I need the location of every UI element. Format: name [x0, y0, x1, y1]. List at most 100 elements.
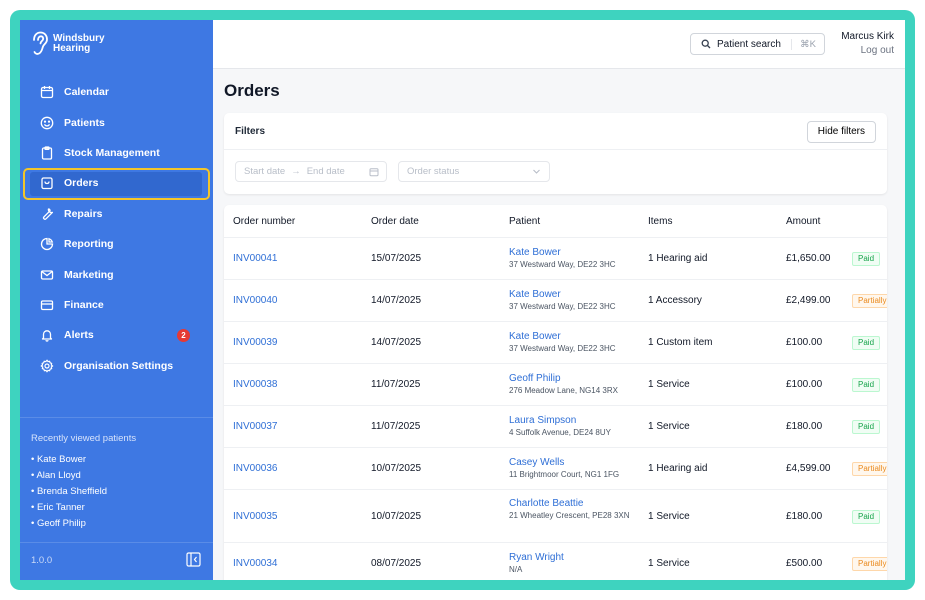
order-items: 1 Hearing aid — [648, 463, 708, 474]
order-items: 1 Service — [648, 421, 690, 432]
sidebar-item-marketing[interactable]: Marketing — [20, 259, 213, 289]
patient-address: 276 Meadow Lane, NG14 3RX — [509, 386, 618, 395]
table-row[interactable]: INV00035 10/07/2025 Charlotte Beattie 21 Wh… — [224, 490, 887, 543]
brand-logo[interactable]: Windsbury Hearing — [31, 31, 105, 57]
top-bar: Patient search ⌘K Marcus Kirk Log out — [213, 20, 905, 69]
column-header[interactable]: Order date — [371, 216, 419, 227]
active-item-background — [30, 172, 202, 197]
sidebar-item-calendar[interactable]: Calendar — [20, 77, 213, 107]
recent-patients-title: Recently viewed patients — [31, 433, 137, 444]
status-badge: Partially — [852, 294, 887, 308]
patient-name-link[interactable]: Laura Simpson — [509, 415, 634, 426]
table-row[interactable]: INV00036 10/07/2025 Casey Wells 11 Brightmo… — [224, 448, 887, 490]
filters-panel: Filters Hide filters Start date → End da… — [224, 113, 887, 194]
sidebar-item-stock-management[interactable]: Stock Management — [20, 138, 213, 168]
patient-name-link[interactable]: Ryan Wright — [509, 552, 634, 563]
order-number-link[interactable]: INV00035 — [233, 511, 277, 522]
order-number-link[interactable]: INV00037 — [233, 421, 277, 432]
order-items: 1 Service — [648, 379, 690, 390]
patient-address: N/A — [509, 565, 523, 574]
table-row[interactable]: INV00037 11/07/2025 Laura Simpson 4 Suffolk… — [224, 406, 887, 448]
order-number-link[interactable]: INV00034 — [233, 558, 277, 569]
patient-name-link[interactable]: Kate Bower — [509, 289, 634, 300]
patient-cell: Casey Wells 11 Brightmoor Court, NG1 1FG — [509, 457, 634, 480]
filters-title: Filters — [235, 126, 266, 137]
main-content: Patient search ⌘K Marcus Kirk Log out Or… — [213, 20, 905, 580]
sidebar-item-label: Finance — [64, 298, 104, 311]
recent-patient-link[interactable]: • Kate Bower — [31, 452, 107, 468]
order-amount: £4,599.00 — [786, 463, 831, 474]
column-header[interactable]: Items — [648, 216, 672, 227]
hide-filters-button[interactable]: Hide filters — [806, 121, 876, 143]
order-number-link[interactable]: INV00038 — [233, 379, 277, 390]
sidebar-item-finance[interactable]: Finance — [20, 290, 213, 320]
patient-name-link[interactable]: Kate Bower — [509, 247, 634, 258]
sidebar-item-repairs[interactable]: Repairs — [20, 199, 213, 229]
collapse-sidebar-icon[interactable] — [186, 552, 201, 567]
filters-header: Filters Hide filters — [224, 113, 887, 150]
order-date: 08/07/2025 — [371, 558, 422, 569]
order-amount: £180.00 — [786, 421, 823, 432]
order-date: 15/07/2025 — [371, 253, 422, 264]
calendar-icon — [40, 85, 54, 99]
patient-cell: Ryan Wright N/A — [509, 552, 634, 575]
patient-address: 4 Suffolk Avenue, DE24 8UY — [509, 428, 611, 437]
logout-link[interactable]: Log out — [841, 45, 894, 56]
table-row[interactable]: INV00039 14/07/2025 Kate Bower 37 Westward … — [224, 322, 887, 364]
column-header[interactable]: Amount — [786, 216, 820, 227]
sidebar-item-alerts[interactable]: Alerts 2 — [20, 320, 213, 350]
patient-name-link[interactable]: Casey Wells — [509, 457, 634, 468]
ear-logo-icon — [33, 31, 48, 55]
sidebar-item-organisation-settings[interactable]: Organisation Settings — [20, 351, 213, 381]
column-header[interactable]: Patient — [509, 216, 540, 227]
search-icon — [701, 39, 711, 49]
table-row[interactable]: INV00034 08/07/2025 Ryan Wright N/A 1 Servic… — [224, 543, 887, 580]
order-number-link[interactable]: INV00040 — [233, 295, 277, 306]
recent-patients-list: • Kate Bower • Alan Lloyd • Brenda Sheff… — [31, 452, 107, 532]
app-version: 1.0.0 — [31, 555, 53, 566]
user-name: Marcus Kirk — [841, 31, 894, 42]
status-badge: Paid — [852, 420, 881, 434]
order-number-link[interactable]: INV00041 — [233, 253, 277, 264]
table-row[interactable]: INV00041 15/07/2025 Kate Bower 37 Westward … — [224, 238, 887, 280]
date-range-picker[interactable]: Start date → End date — [235, 161, 387, 182]
patient-name-link[interactable]: Geoff Philip — [509, 373, 634, 384]
recent-patient-link[interactable]: • Alan Lloyd — [31, 468, 107, 484]
recent-patient-link[interactable]: • Eric Tanner — [31, 500, 107, 516]
pie-chart-icon — [40, 237, 54, 251]
clipboard-icon — [40, 146, 54, 160]
order-date: 11/07/2025 — [371, 421, 421, 432]
order-amount: £180.00 — [786, 510, 823, 522]
user-menu: Marcus Kirk Log out — [841, 31, 894, 56]
sidebar-item-reporting[interactable]: Reporting — [20, 229, 213, 259]
patient-cell: Charlotte Beattie 21 Wheatley Crescent, P… — [509, 498, 634, 521]
app-window: Windsbury Hearing Calendar Patients Stoc… — [20, 20, 905, 580]
table-row[interactable]: INV00040 14/07/2025 Kate Bower 37 Westward … — [224, 280, 887, 322]
order-amount: £2,499.00 — [786, 295, 831, 306]
recent-patient-link[interactable]: • Brenda Sheffield — [31, 484, 107, 500]
patient-search-button[interactable]: Patient search ⌘K — [690, 33, 825, 55]
order-date: 14/07/2025 — [371, 295, 422, 306]
table-row[interactable]: INV00038 11/07/2025 Geoff Philip 276 Meadow… — [224, 364, 887, 406]
brand-line2: Hearing — [53, 43, 91, 54]
table-body: INV00041 15/07/2025 Kate Bower 37 Westward … — [224, 238, 887, 580]
sidebar-item-patients[interactable]: Patients — [20, 107, 213, 137]
sidebar-item-orders[interactable]: Orders — [20, 168, 213, 201]
patient-name-link[interactable]: Charlotte Beattie — [509, 498, 634, 509]
order-items: 1 Accessory — [648, 295, 702, 306]
column-header[interactable]: Order number — [233, 216, 295, 227]
start-date-field[interactable]: Start date — [244, 166, 285, 177]
sidebar-item-label: Orders — [64, 177, 99, 190]
order-number-link[interactable]: INV00039 — [233, 337, 277, 348]
sidebar-item-label: Reporting — [64, 238, 114, 251]
smile-icon — [40, 116, 54, 130]
sidebar-nav: Calendar Patients Stock Management Order… — [20, 77, 213, 381]
alerts-count-badge: 2 — [177, 328, 190, 342]
recent-patient-link[interactable]: • Geoff Philip — [31, 516, 107, 532]
end-date-field[interactable]: End date — [307, 166, 345, 177]
chevron-down-icon — [533, 169, 540, 174]
order-number-link[interactable]: INV00036 — [233, 463, 277, 474]
patient-name-link[interactable]: Kate Bower — [509, 331, 634, 342]
orders-table: Order number Order date Patient Items Am… — [224, 205, 887, 580]
order-status-select[interactable]: Order status — [398, 161, 550, 182]
